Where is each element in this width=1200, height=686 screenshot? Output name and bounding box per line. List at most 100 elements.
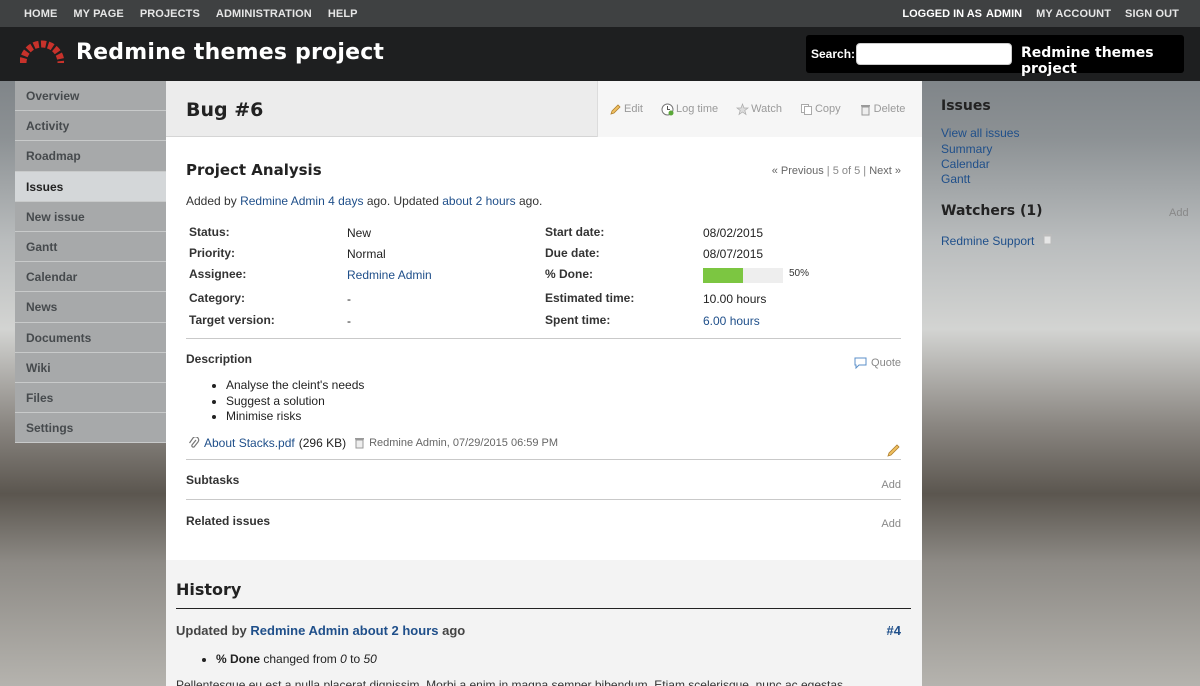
divider: [186, 499, 901, 500]
add-related-link[interactable]: Add: [881, 518, 901, 530]
view-all-issues-link[interactable]: View all issues: [941, 126, 1019, 140]
main-menu-issues[interactable]: Issues: [15, 171, 166, 202]
content: Bug #6 Edit Log time Watch Copy Delete P…: [166, 81, 922, 686]
issue-heading: Bug #6: [186, 99, 264, 121]
main-menu-files[interactable]: Files: [15, 382, 166, 414]
journal-detail-to-word: to: [350, 652, 361, 666]
issue-author-line: Added by Redmine Admin 4 days ago. Updat…: [186, 194, 542, 208]
journal-time-link[interactable]: about 2 hours: [353, 623, 439, 638]
calendar-link[interactable]: Calendar: [941, 157, 990, 171]
issue-pagination: « Previous | 5 of 5 | Next »: [772, 165, 901, 177]
journal-number-link[interactable]: #4: [887, 623, 901, 638]
created-time-link[interactable]: 4 days: [328, 194, 363, 208]
logged-in-user-link[interactable]: ADMIN: [986, 8, 1022, 20]
top-menu-help[interactable]: HELP: [328, 8, 358, 20]
updated-time-link[interactable]: about 2 hours: [442, 194, 515, 208]
priority-value: Normal: [347, 247, 386, 261]
main-menu-overview[interactable]: Overview: [15, 81, 166, 112]
next-link[interactable]: Next »: [869, 165, 901, 177]
status-value: New: [347, 226, 372, 240]
journal-detail-from: 0: [340, 652, 347, 666]
logged-in-as-label: LOGGED IN AS: [902, 8, 983, 20]
history-title: History: [176, 580, 242, 599]
main-menu-new-issue[interactable]: New issue: [15, 201, 166, 232]
subtasks-title: Subtasks: [186, 473, 240, 487]
target-version-label: Target version:: [189, 313, 275, 327]
author-link[interactable]: Redmine Admin: [240, 194, 325, 208]
journal-detail: % Done changed from 0 to 50: [216, 652, 377, 666]
main-menu-gantt[interactable]: Gantt: [15, 231, 166, 263]
top-menu-projects[interactable]: PROJECTS: [140, 8, 200, 20]
search-label: Search:: [811, 47, 856, 61]
summary-link[interactable]: Summary: [941, 142, 992, 156]
quote-button[interactable]: Quote: [854, 357, 901, 369]
log-time-label: Log time: [675, 103, 719, 115]
project-title[interactable]: Redmine themes project: [76, 40, 384, 65]
related-issues-title: Related issues: [186, 514, 271, 528]
edit-button[interactable]: Edit: [609, 103, 643, 116]
spent-time-link[interactable]: 6.00 hours: [703, 314, 760, 328]
watcher-link[interactable]: Redmine Support: [941, 234, 1034, 248]
done-progress-fill: [703, 268, 743, 283]
trash-icon: [860, 104, 870, 115]
pagination-position: 5 of 5: [832, 165, 861, 177]
main-menu-wiki[interactable]: Wiki: [15, 352, 166, 383]
sign-out-link[interactable]: SIGN OUT: [1125, 8, 1179, 20]
log-time-button[interactable]: Log time: [661, 103, 718, 116]
attachment: About Stacks.pdf (296 KB) Redmine Admin,…: [188, 436, 558, 450]
assignee-link[interactable]: Redmine Admin: [347, 268, 432, 282]
journal-user-link[interactable]: Redmine Admin: [250, 623, 348, 638]
issue-header: Bug #6 Edit Log time Watch Copy Delete: [166, 81, 922, 137]
estimated-time-label: Estimated time:: [545, 291, 635, 305]
main-menu-calendar[interactable]: Calendar: [15, 262, 166, 293]
edit-icon: [610, 103, 621, 115]
done-percent: 50%: [789, 268, 810, 279]
comment-icon: [854, 357, 867, 369]
header: Redmine themes project Search: Redmine t…: [0, 27, 1200, 81]
add-subtask-link[interactable]: Add: [881, 479, 901, 491]
main-menu-news[interactable]: News: [15, 292, 166, 323]
top-menu-home[interactable]: HOME: [24, 8, 57, 20]
description-item: Minimise risks: [226, 409, 364, 425]
main-menu-activity[interactable]: Activity: [15, 111, 166, 142]
attachment-link[interactable]: About Stacks.pdf: [204, 436, 295, 450]
quick-search: Search: Redmine themes project: [806, 35, 1184, 77]
main-menu-roadmap[interactable]: Roadmap: [15, 141, 166, 172]
delete-label: Delete: [873, 103, 906, 115]
divider: [186, 459, 901, 460]
redmine-logo-icon[interactable]: [20, 36, 64, 66]
sidebar-issues-title: Issues: [941, 98, 991, 114]
add-watcher-link[interactable]: Add: [1169, 207, 1189, 219]
journal-header: Updated by Redmine Admin about 2 hours a…: [176, 623, 465, 638]
top-menu-my-page[interactable]: MY PAGE: [73, 8, 123, 20]
search-input[interactable]: [856, 43, 1012, 65]
description-item: Analyse the cleint's needs: [226, 378, 364, 394]
delete-button[interactable]: Delete: [859, 103, 906, 116]
start-date-value: 08/02/2015: [703, 226, 764, 240]
contextual-actions: Edit Log time Watch Copy Delete: [597, 81, 922, 137]
main-menu-settings[interactable]: Settings: [15, 413, 166, 444]
category-label: Category:: [189, 291, 246, 305]
my-account-link[interactable]: MY ACCOUNT: [1036, 8, 1111, 20]
description-title: Description: [186, 352, 253, 366]
top-menu-administration[interactable]: ADMINISTRATION: [216, 8, 312, 20]
gantt-link[interactable]: Gantt: [941, 172, 970, 186]
project-jump-select[interactable]: Redmine themes project: [1021, 45, 1184, 77]
journal-detail-changed: changed from: [263, 652, 337, 666]
pencil-icon[interactable]: [886, 443, 901, 458]
done-label: % Done:: [545, 267, 593, 281]
copy-label: Copy: [814, 103, 841, 115]
estimated-time-value: 10.00 hours: [703, 292, 767, 306]
trash-icon[interactable]: [1042, 233, 1053, 245]
copy-button[interactable]: Copy: [800, 103, 841, 116]
journal-detail-field: % Done: [216, 652, 261, 666]
category-value: -: [347, 292, 351, 306]
main-menu-documents[interactable]: Documents: [15, 322, 166, 353]
priority-label: Priority:: [189, 246, 236, 260]
attachment-size: (296 KB): [298, 436, 347, 450]
previous-link[interactable]: « Previous: [772, 165, 824, 177]
trash-icon[interactable]: [354, 437, 365, 449]
attachment-meta: Redmine Admin, 07/29/2015 06:59 PM: [369, 437, 559, 449]
watch-button[interactable]: Watch: [736, 102, 782, 116]
assignee-label: Assignee:: [189, 267, 247, 281]
